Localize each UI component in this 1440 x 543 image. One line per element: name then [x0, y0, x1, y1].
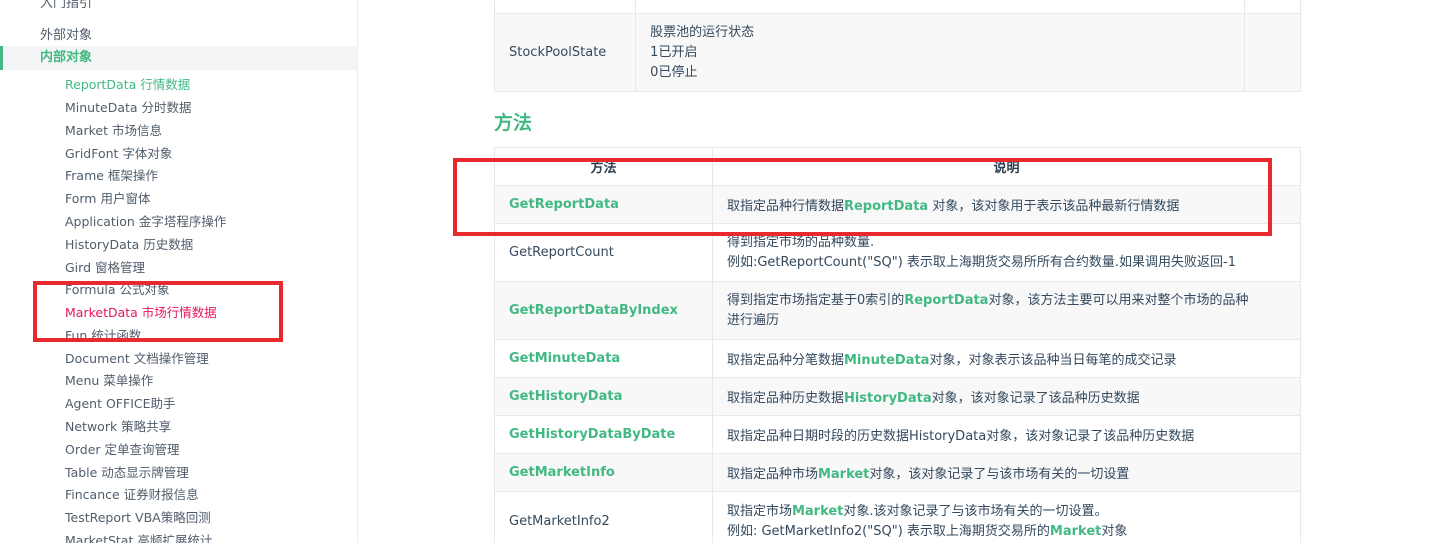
sidebar-subitem-gird[interactable]: Gird 窗格管理 [65, 257, 145, 276]
table-cell [493, 0, 637, 14]
sidebar-subitem-fun[interactable]: Fun 统计函数 [65, 325, 141, 344]
method-desc: 取指定市场Market对象.该对象记录了与该市场有关的一切设置。 例如: Get… [711, 491, 1302, 543]
sidebar-subitem-reportdata[interactable]: ReportData 行情数据 [65, 74, 190, 93]
property-desc: 股票池的运行状态 1已开启 0已停止 [635, 13, 1245, 92]
method-desc: 取指定品种市场Market对象，该对象记录了与该市场有关的一切设置 [711, 453, 1302, 492]
table-row: GetHistoryDataByDate 取指定品种日期时段的历史数据Histo… [494, 415, 1302, 454]
table-row: GetReportDataByIndex 得到指定市场指定基于0索引的Repor… [494, 281, 1302, 340]
sidebar-subitem-minutedata[interactable]: MinuteData 分时数据 [65, 97, 192, 116]
reportdata-link[interactable]: ReportData [844, 199, 928, 214]
market-link[interactable]: Market [1050, 524, 1101, 539]
sidebar-item-intro[interactable]: 入门指引 [40, 0, 92, 11]
sidebar-subitem-menu[interactable]: Menu 菜单操作 [65, 370, 153, 389]
sidebar-subitem-document[interactable]: Document 文档操作管理 [65, 348, 209, 367]
method-desc: 取指定品种行情数据ReportData 对象，该对象用于表示该品种最新行情数据 [711, 185, 1302, 224]
property-desc-line: 股票池的运行状态 [650, 24, 755, 40]
method-link[interactable]: GetMinuteData [494, 339, 713, 378]
sidebar-subitem-table[interactable]: Table 动态显示牌管理 [65, 462, 189, 481]
reportdata-link[interactable]: ReportData [904, 293, 988, 308]
table-cell [1243, 13, 1302, 92]
main-content: StockPoolState 股票池的运行状态 1已开启 0已停止 方法 方法 … [359, 0, 1440, 543]
market-link[interactable]: Market [792, 504, 843, 519]
table-row: GetMarketInfo 取指定品种市场Market对象，该对象记录了与该市场… [494, 453, 1302, 492]
method-desc: 得到指定市场指定基于0索引的ReportData对象，该方法主要可以用来对整个市… [711, 281, 1302, 340]
method-desc: 取指定品种分笔数据MinuteData对象，对象表示该品种当日每笔的成交记录 [711, 339, 1302, 378]
table-cell [635, 0, 1245, 14]
methods-table: 方法 说明 GetReportData 取指定品种行情数据ReportData … [494, 147, 1302, 543]
sidebar-subitem-gridfont[interactable]: GridFont 字体对象 [65, 143, 172, 162]
method-link[interactable]: GetHistoryData [494, 377, 713, 416]
sidebar-subitem-marketstat[interactable]: MarketStat 高频扩展统计 [65, 530, 212, 543]
sidebar-subitem-order[interactable]: Order 定单查询管理 [65, 439, 180, 458]
method-desc-line: 例如: GetMarketInfo2("SQ") 表示取上海期货交易所的Mark… [726, 523, 1128, 539]
sidebar-subitem-agent[interactable]: Agent OFFICE助手 [65, 393, 176, 412]
sidebar-subitem-marketdata[interactable]: MarketData 市场行情数据 [65, 302, 217, 321]
sidebar-item-external-objects[interactable]: 外部对象 [40, 24, 92, 43]
method-link[interactable]: GetReportDataByIndex [494, 281, 713, 340]
property-name: StockPoolState [493, 13, 637, 92]
method-desc-line: 得到指定市场的品种数量. [726, 234, 875, 250]
sidebar-subitem-fincance[interactable]: Fincance 证券财报信息 [65, 484, 199, 503]
method-desc-line: 进行遍历 [726, 312, 779, 328]
method-link[interactable]: GetHistoryDataByDate [494, 415, 713, 454]
minutedata-link[interactable]: MinuteData [844, 353, 929, 368]
property-desc-line: 1已开启 [650, 44, 698, 60]
method-desc-line: 得到指定市场指定基于0索引的ReportData对象，该方法主要可以用来对整个市… [726, 292, 1249, 308]
property-desc-line: 0已停止 [650, 64, 698, 80]
method-link[interactable]: GetReportData [494, 185, 713, 224]
sidebar-subitem-form[interactable]: Form 用户窗体 [65, 188, 150, 207]
column-header: 说明 [711, 147, 1302, 186]
table-row: GetHistoryData 取指定品种历史数据HistoryData对象，该对… [494, 377, 1302, 416]
table-row: GetMinuteData 取指定品种分笔数据MinuteData对象，对象表示… [494, 339, 1302, 378]
table-row: GetReportCount 得到指定市场的品种数量. 例如:GetReport… [494, 223, 1302, 282]
table-cell [1243, 0, 1302, 14]
sidebar-item-internal-objects[interactable]: 内部对象 [0, 46, 357, 70]
sidebar-subitem-network[interactable]: Network 策略共享 [65, 416, 171, 435]
table-row: GetMarketInfo2 取指定市场Market对象.该对象记录了与该市场有… [494, 491, 1302, 543]
sidebar-subitem-historydata[interactable]: HistoryData 历史数据 [65, 234, 193, 253]
method-desc-line: 例如:GetReportCount("SQ") 表示取上海期货交易所所有合约数量… [726, 254, 1237, 270]
sidebar-subitem-market[interactable]: Market 市场信息 [65, 120, 162, 139]
sidebar-subitem-testreport[interactable]: TestReport VBA策略回测 [65, 507, 211, 526]
section-title: 方法 [494, 112, 533, 134]
method-desc: 取指定品种日期时段的历史数据HistoryData对象，该对象记录了该品种历史数… [711, 415, 1302, 454]
method-desc: 取指定品种历史数据HistoryData对象，该对象记录了该品种历史数据 [711, 377, 1302, 416]
sidebar-subitem-application[interactable]: Application 金字塔程序操作 [65, 211, 226, 230]
sidebar-subitem-frame[interactable]: Frame 框架操作 [65, 165, 158, 184]
sidebar-subitem-formula[interactable]: Formula 公式对象 [65, 279, 170, 298]
method-name: GetMarketInfo2 [494, 491, 713, 543]
properties-table: StockPoolState 股票池的运行状态 1已开启 0已停止 [493, 0, 1302, 92]
market-link[interactable]: Market [818, 467, 869, 482]
method-link[interactable]: GetMarketInfo [494, 453, 713, 492]
table-row: GetReportData 取指定品种行情数据ReportData 对象，该对象… [494, 185, 1302, 224]
historydata-link[interactable]: HistoryData [844, 391, 932, 406]
method-desc: 得到指定市场的品种数量. 例如:GetReportCount("SQ") 表示取… [711, 223, 1302, 282]
sidebar-nav: 入门指引 外部对象 内部对象 ReportData 行情数据 MinuteDat… [0, 0, 358, 543]
method-desc-line: 取指定市场Market对象.该对象记录了与该市场有关的一切设置。 [726, 503, 1108, 519]
column-header: 方法 [494, 147, 713, 186]
method-name: GetReportCount [494, 223, 713, 282]
